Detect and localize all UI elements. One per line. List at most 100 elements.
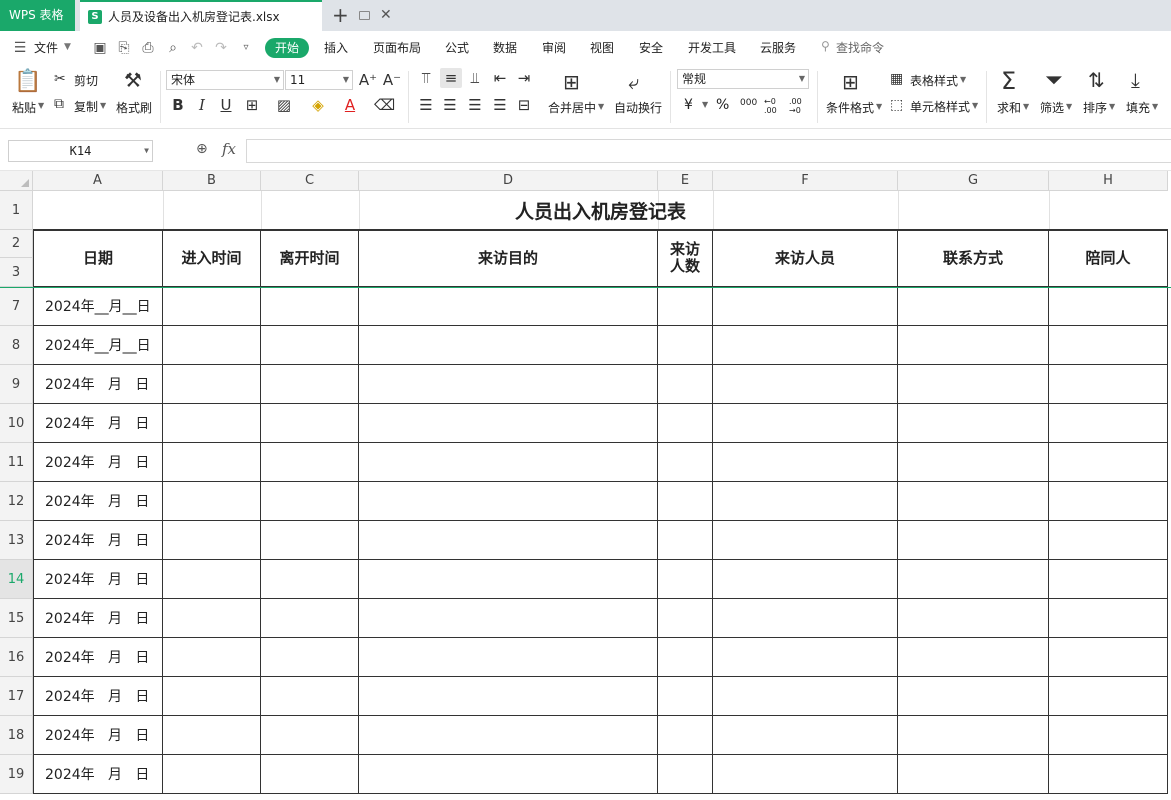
table-cell[interactable] bbox=[359, 716, 658, 755]
cell-style-button[interactable]: 单元格样式 bbox=[910, 98, 970, 115]
row-header-11[interactable]: 11 bbox=[0, 443, 33, 482]
table-cell[interactable] bbox=[713, 443, 898, 482]
align-bottom-icon[interactable]: ⫫ bbox=[465, 68, 485, 88]
sort-dropdown-icon[interactable]: ▼ bbox=[1109, 102, 1115, 111]
copy-icon[interactable]: ⧉ bbox=[54, 96, 64, 112]
column-header-d[interactable]: D bbox=[359, 171, 658, 191]
table-cell[interactable] bbox=[898, 443, 1049, 482]
table-cell[interactable] bbox=[658, 404, 713, 443]
table-cell[interactable] bbox=[261, 404, 359, 443]
table-cell[interactable] bbox=[658, 638, 713, 677]
table-cell[interactable] bbox=[713, 365, 898, 404]
table-cell[interactable] bbox=[261, 287, 359, 326]
table-style-button[interactable]: 表格样式 bbox=[910, 72, 958, 89]
chevron-down-icon[interactable]: ▼ bbox=[64, 42, 71, 52]
table-cell[interactable] bbox=[163, 443, 261, 482]
table-cell[interactable] bbox=[1049, 560, 1168, 599]
table-cell[interactable] bbox=[713, 755, 898, 794]
row-header-2[interactable]: 2 bbox=[0, 230, 33, 258]
table-cell[interactable] bbox=[658, 521, 713, 560]
table-cell[interactable] bbox=[163, 521, 261, 560]
justify-icon[interactable]: ☰ bbox=[490, 95, 510, 115]
table-cell[interactable] bbox=[713, 482, 898, 521]
menu-page-layout[interactable]: 页面布局 bbox=[373, 39, 421, 56]
conditional-format-icon[interactable]: ⊞ bbox=[842, 70, 859, 94]
table-cell[interactable] bbox=[163, 755, 261, 794]
row-header-3[interactable]: 3 bbox=[0, 258, 33, 287]
table-cell[interactable] bbox=[359, 404, 658, 443]
table-cell[interactable] bbox=[1049, 443, 1168, 482]
table-cell[interactable] bbox=[658, 755, 713, 794]
monitor-icon[interactable] bbox=[359, 11, 370, 20]
table-cell[interactable] bbox=[359, 443, 658, 482]
copy-dropdown-icon[interactable]: ▼ bbox=[100, 101, 106, 110]
number-format-select[interactable]: 常规 ▼ bbox=[677, 69, 809, 89]
table-cell[interactable] bbox=[713, 716, 898, 755]
table-cell[interactable] bbox=[658, 677, 713, 716]
table-cell[interactable] bbox=[658, 482, 713, 521]
decrease-indent-icon[interactable]: ⇤ bbox=[490, 68, 510, 88]
date-cell[interactable]: 2024年 月 日 bbox=[33, 521, 163, 560]
row-header-18[interactable]: 18 bbox=[0, 716, 33, 755]
currency-format-button[interactable]: ¥ bbox=[684, 97, 693, 113]
close-tab-icon[interactable]: ✕ bbox=[380, 7, 392, 23]
table-cell[interactable] bbox=[163, 716, 261, 755]
table-cell[interactable] bbox=[658, 599, 713, 638]
table-cell[interactable] bbox=[359, 677, 658, 716]
table-cell[interactable] bbox=[898, 521, 1049, 560]
table-cell[interactable] bbox=[713, 287, 898, 326]
menu-security[interactable]: 安全 bbox=[639, 39, 663, 56]
cut-icon[interactable]: ✂ bbox=[54, 71, 66, 87]
table-cell[interactable] bbox=[1049, 326, 1168, 365]
column-header-e[interactable]: E bbox=[658, 171, 713, 191]
eraser-icon[interactable]: ⌫ bbox=[374, 95, 395, 115]
table-cell[interactable] bbox=[1049, 599, 1168, 638]
increase-font-size-icon[interactable]: A⁺ bbox=[358, 70, 378, 90]
bold-icon[interactable]: B bbox=[168, 95, 188, 115]
align-right-icon[interactable]: ☰ bbox=[465, 95, 485, 115]
new-tab-button[interactable]: + bbox=[332, 3, 349, 27]
header-cell-visitor-count[interactable]: 来访 人数 bbox=[658, 230, 713, 287]
row-header-1[interactable]: 1 bbox=[0, 191, 33, 230]
table-style-icon[interactable]: ▦ bbox=[890, 71, 903, 87]
table-cell[interactable] bbox=[713, 677, 898, 716]
fill-dropdown-icon[interactable]: ▼ bbox=[1152, 102, 1158, 111]
column-header-g[interactable]: G bbox=[898, 171, 1049, 191]
date-cell[interactable]: 2024年 月 日 bbox=[33, 560, 163, 599]
table-cell[interactable] bbox=[261, 365, 359, 404]
table-cell[interactable] bbox=[261, 716, 359, 755]
row-header-16[interactable]: 16 bbox=[0, 638, 33, 677]
formula-input[interactable] bbox=[246, 139, 1171, 163]
cut-button[interactable]: 剪切 bbox=[74, 72, 98, 89]
cell-style-icon[interactable]: ⬚ bbox=[890, 97, 903, 113]
table-cell[interactable] bbox=[713, 638, 898, 677]
date-cell[interactable]: 2024年 月 日 bbox=[33, 404, 163, 443]
filter-dropdown-icon[interactable]: ▼ bbox=[1066, 102, 1072, 111]
print-icon[interactable]: ⎙ bbox=[140, 40, 156, 56]
name-box[interactable]: K14 ▼ bbox=[8, 140, 153, 162]
italic-icon[interactable]: I bbox=[192, 95, 212, 115]
date-cell[interactable]: 2024年 月 日 bbox=[33, 755, 163, 794]
table-cell[interactable] bbox=[1049, 365, 1168, 404]
app-tab[interactable]: WPS 表格 bbox=[0, 0, 75, 31]
increase-decimal-button[interactable]: ←0.00 bbox=[764, 97, 777, 115]
table-cell[interactable] bbox=[898, 716, 1049, 755]
table-cell[interactable] bbox=[898, 599, 1049, 638]
column-header-f[interactable]: F bbox=[713, 171, 898, 191]
copy-button[interactable]: 复制 bbox=[74, 98, 98, 115]
fill-down-icon[interactable]: ⤓ bbox=[1131, 68, 1140, 92]
table-cell[interactable] bbox=[898, 326, 1049, 365]
table-cell[interactable] bbox=[658, 365, 713, 404]
menu-review[interactable]: 审阅 bbox=[542, 39, 566, 56]
row-header-17[interactable]: 17 bbox=[0, 677, 33, 716]
table-cell[interactable] bbox=[898, 755, 1049, 794]
table-cell[interactable] bbox=[898, 287, 1049, 326]
table-cell[interactable] bbox=[261, 755, 359, 794]
cell-style-dropdown-icon[interactable]: ▼ bbox=[972, 101, 978, 110]
header-cell-visit-purpose[interactable]: 来访目的 bbox=[359, 230, 658, 287]
table-cell[interactable] bbox=[163, 638, 261, 677]
column-header-h[interactable]: H bbox=[1049, 171, 1168, 191]
table-cell[interactable] bbox=[1049, 755, 1168, 794]
table-cell[interactable] bbox=[898, 638, 1049, 677]
header-cell-visitors[interactable]: 来访人员 bbox=[713, 230, 898, 287]
